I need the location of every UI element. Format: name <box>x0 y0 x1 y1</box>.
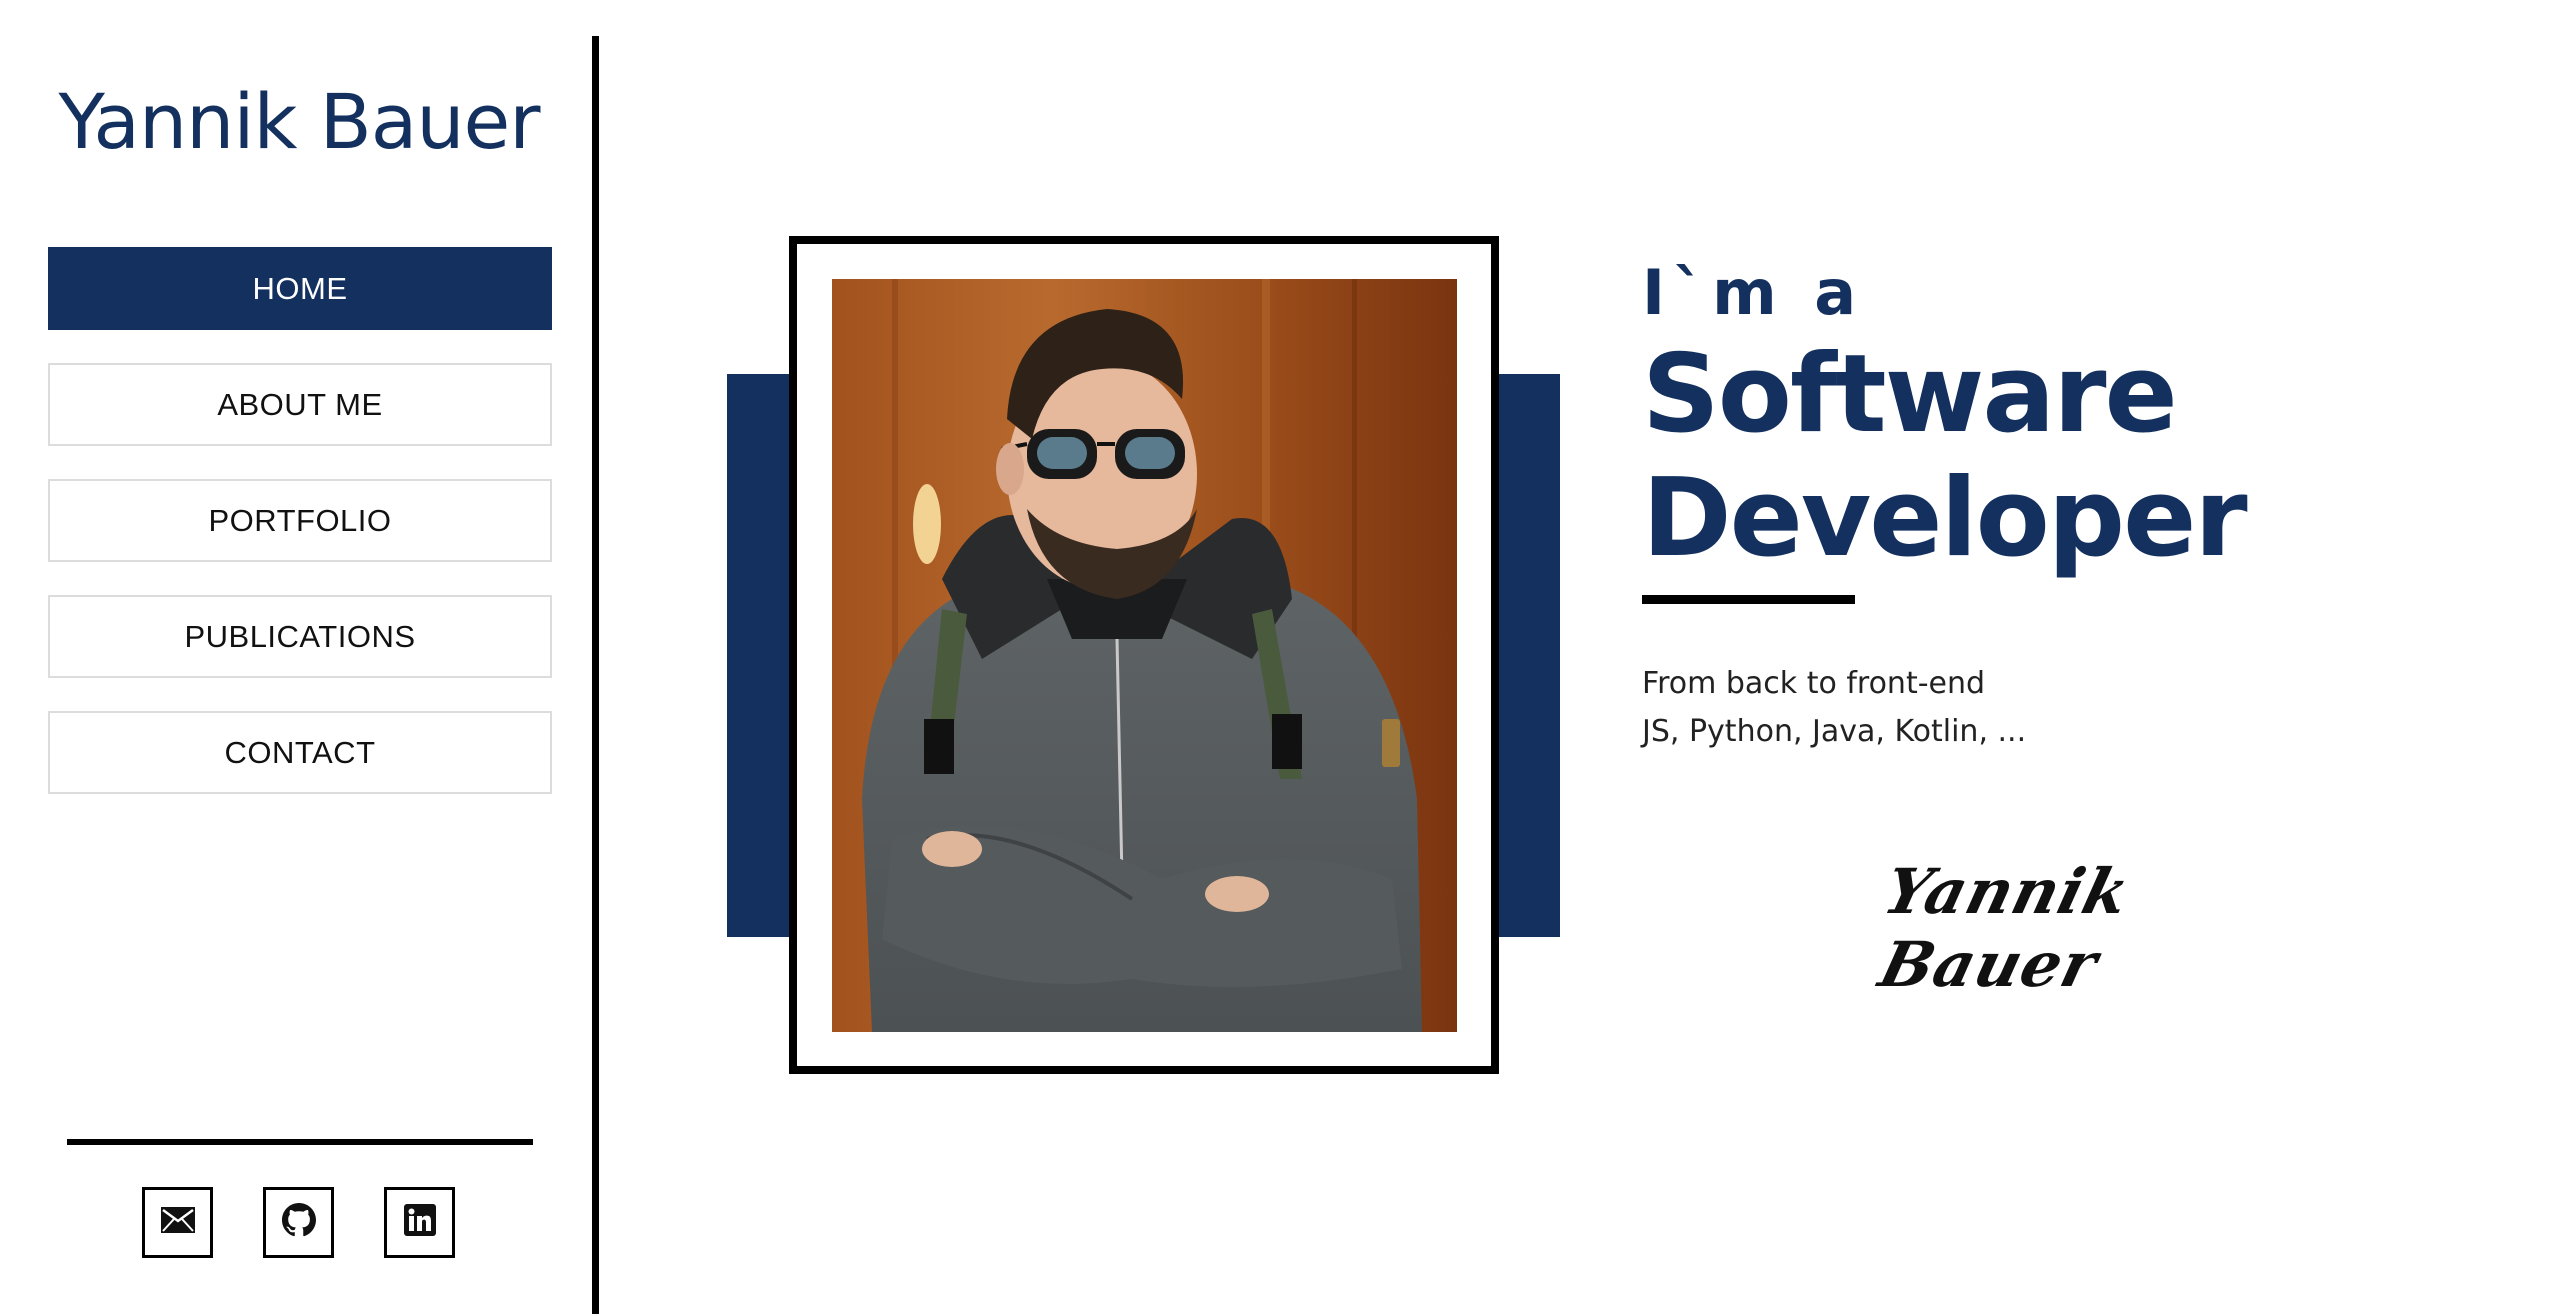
nav-item-publications[interactable]: PUBLICATIONS <box>48 595 552 678</box>
github-icon <box>281 1203 316 1242</box>
sidebar: Yannik Bauer HOME ABOUT ME PORTFOLIO PUB… <box>0 0 595 1314</box>
social-links <box>142 1187 455 1258</box>
linkedin-icon <box>403 1204 436 1241</box>
page: Yannik Bauer HOME ABOUT ME PORTFOLIO PUB… <box>0 0 2558 1314</box>
hero-title-line-1: Software <box>1642 332 2178 457</box>
hero-skills-line-1: From back to front-end <box>1642 666 1986 701</box>
signature: Yannik Bauer <box>1872 855 2138 1001</box>
email-link[interactable] <box>142 1187 213 1258</box>
github-link[interactable] <box>263 1187 334 1258</box>
linkedin-link[interactable] <box>384 1187 455 1258</box>
nav-item-home[interactable]: HOME <box>48 247 552 330</box>
brand-name[interactable]: Yannik Bauer <box>0 72 598 172</box>
main-nav: HOME ABOUT ME PORTFOLIO PUBLICATIONS CON… <box>48 247 552 827</box>
mail-icon <box>160 1207 195 1238</box>
sidebar-divider <box>67 1139 533 1145</box>
hero-title-underline <box>1642 595 1855 604</box>
portrait-photo <box>832 279 1457 1032</box>
hero-intro-label: I`m a <box>1642 256 1865 329</box>
sidebar-border <box>592 36 599 1314</box>
hero-title-line-2: Developer <box>1642 456 2248 581</box>
nav-item-portfolio[interactable]: PORTFOLIO <box>48 479 552 562</box>
hero-skills: From back to front-end JS, Python, Java,… <box>1642 660 2402 756</box>
hero-intro: I`m a Software Developer From back to fr… <box>1642 255 2402 756</box>
hero-skills-line-2: JS, Python, Java, Kotlin, ... <box>1642 714 2027 749</box>
nav-item-contact[interactable]: CONTACT <box>48 711 552 794</box>
nav-item-about-me[interactable]: ABOUT ME <box>48 363 552 446</box>
